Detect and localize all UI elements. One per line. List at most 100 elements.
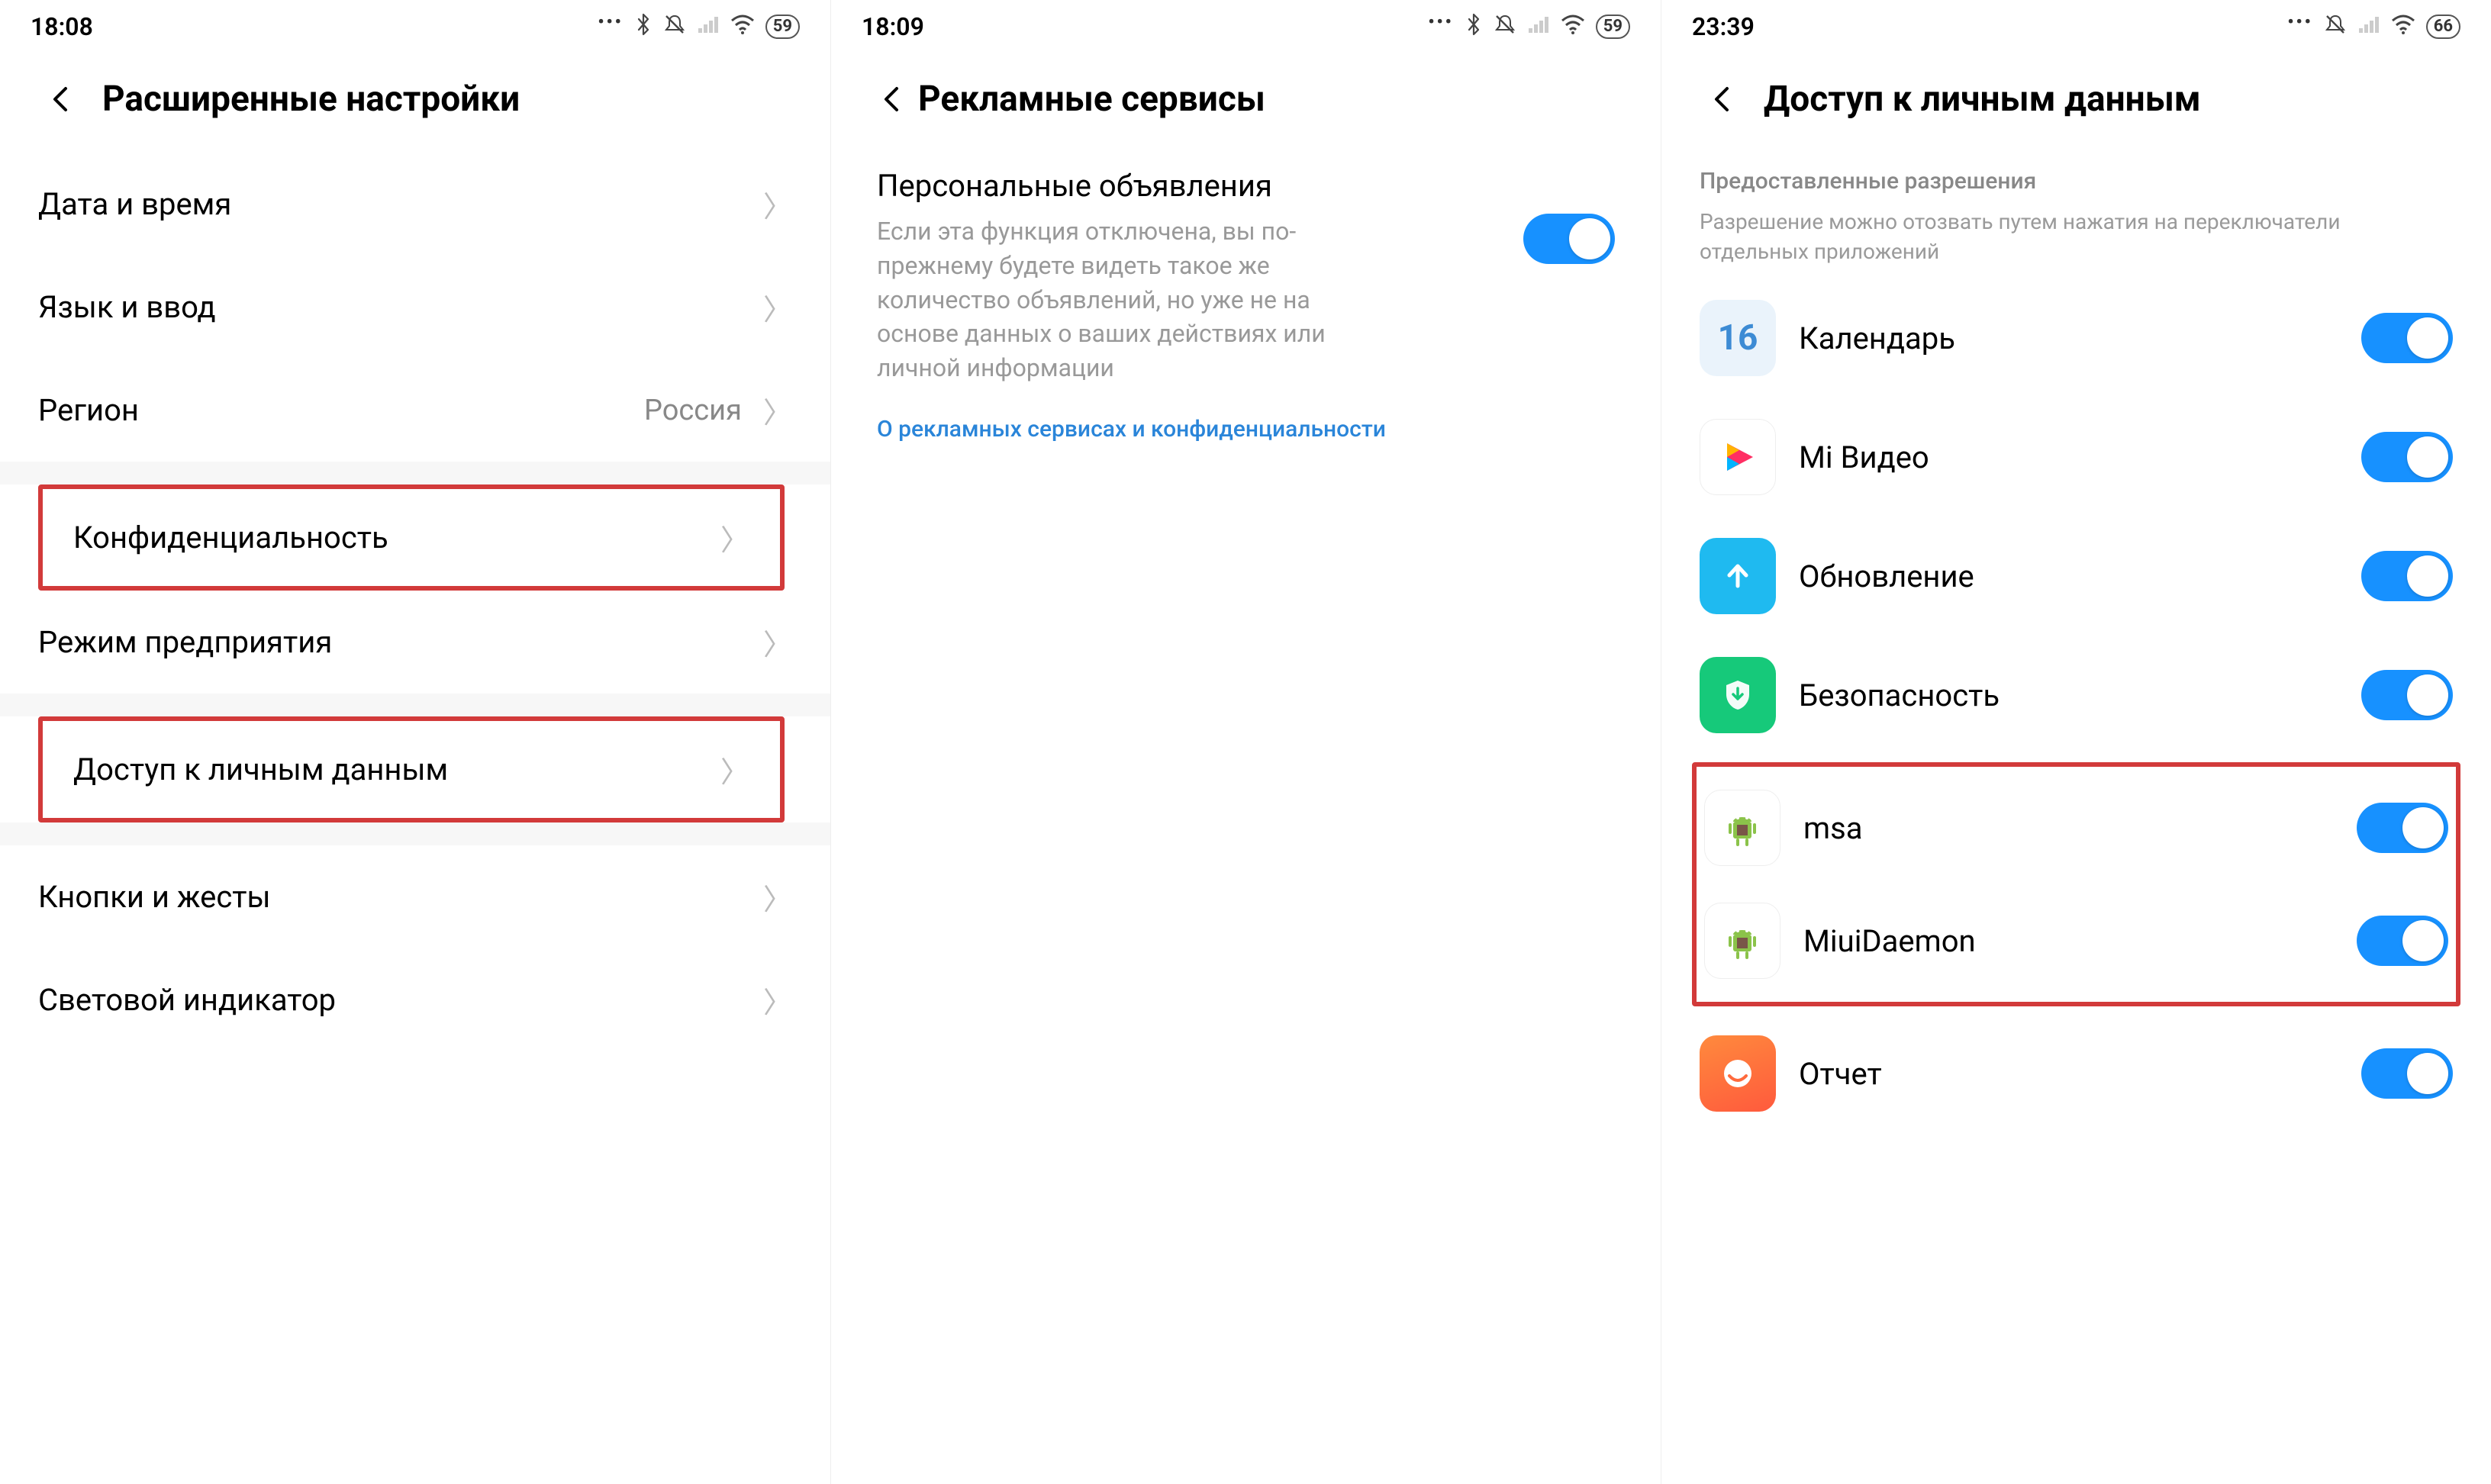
row-region[interactable]: Регион Россия 〉 (0, 359, 830, 462)
status-time: 18:08 (31, 12, 93, 41)
back-button[interactable] (38, 76, 84, 122)
row-label: Дата и время (38, 186, 754, 222)
wifi-icon (2391, 14, 2415, 40)
screen-ad-services: 18:09 ••• 59 Р (830, 0, 1661, 1484)
signal-icon (1527, 14, 1550, 40)
battery-icon: 59 (1596, 14, 1630, 39)
battery-icon: 59 (765, 14, 800, 39)
screen-advanced-settings: 18:08 ••• 59 Р (0, 0, 830, 1484)
app-label: Отчет (1799, 1056, 2338, 1092)
status-right: ••• 66 (2287, 13, 2460, 41)
row-label: Доступ к личным данным (73, 752, 711, 787)
signal-icon (2357, 14, 2380, 40)
bluetooth-icon (634, 13, 653, 41)
app-label: Безопасность (1799, 678, 2338, 713)
bluetooth-icon (1465, 13, 1483, 41)
row-label: Режим предприятия (38, 624, 754, 660)
app-row-mivideo: Mi Видео (1661, 398, 2491, 517)
row-led[interactable]: Световой индикатор 〉 (0, 948, 830, 1051)
chevron-right-icon: 〉 (763, 389, 792, 431)
android-icon (1704, 790, 1780, 866)
header: Доступ к личным данным (1661, 53, 2491, 153)
status-bar: 18:08 ••• 59 (0, 0, 830, 53)
chevron-right-icon: 〉 (763, 286, 792, 328)
status-bar: 23:39 ••• 66 (1661, 0, 2491, 53)
section-divider (0, 462, 830, 484)
more-icon: ••• (1428, 13, 1453, 32)
mute-icon (663, 13, 686, 41)
update-toggle[interactable] (2361, 551, 2453, 601)
mivideo-toggle[interactable] (2361, 432, 2453, 482)
about-ad-services-link[interactable]: О рекламных сервисах и конфиденциальност… (831, 385, 1661, 473)
msa-toggle[interactable] (2357, 803, 2448, 853)
app-label: MiuiDaemon (1803, 923, 2334, 959)
status-bar: 18:09 ••• 59 (831, 0, 1661, 53)
wifi-icon (730, 14, 755, 40)
row-value: Россия (644, 394, 742, 427)
report-icon (1700, 1035, 1776, 1112)
personal-ads-row: Персональные объявления Если эта функция… (831, 153, 1661, 385)
chevron-right-icon: 〉 (720, 748, 749, 790)
screen-personal-data-access: 23:39 ••• 66 Доступ к личным данным (1661, 0, 2491, 1484)
app-row-msa: msa (1697, 771, 2456, 884)
app-row-calendar: 16 Календарь (1661, 278, 2491, 398)
security-icon (1700, 657, 1776, 733)
row-label: Регион (38, 392, 644, 428)
chevron-right-icon: 〉 (720, 517, 749, 559)
update-icon (1700, 538, 1776, 614)
highlight-personal-data: Доступ к личным данным 〉 (38, 716, 785, 822)
personal-ads-description: Если эта функция отключена, вы по-прежне… (877, 214, 1381, 385)
app-label: Календарь (1799, 320, 2338, 356)
page-title: Расширенные настройки (102, 79, 800, 120)
app-row-update: Обновление (1661, 517, 2491, 636)
section-divider (0, 694, 830, 716)
calendar-toggle[interactable] (2361, 313, 2453, 363)
app-row-security: Безопасность (1661, 636, 2491, 755)
row-label: Кнопки и жесты (38, 879, 754, 915)
highlight-msa-miuidaemon: msa MiuiDaemon (1692, 762, 2460, 1006)
granted-permissions-title: Предоставленные разрешения (1661, 160, 2491, 199)
wifi-icon (1561, 14, 1585, 40)
header: Рекламные сервисы (831, 53, 1661, 153)
report-toggle[interactable] (2361, 1048, 2453, 1099)
back-button[interactable] (869, 76, 915, 122)
mute-icon (2324, 13, 2347, 41)
highlight-privacy: Конфиденциальность 〉 (38, 484, 785, 591)
battery-icon: 66 (2426, 14, 2460, 39)
header: Расширенные настройки (0, 53, 830, 153)
row-personal-data[interactable]: Доступ к личным данным 〉 (43, 721, 780, 818)
personal-ads-title: Персональные объявления (877, 168, 1500, 204)
row-language[interactable]: Язык и ввод 〉 (0, 256, 830, 359)
page-title: Рекламные сервисы (918, 79, 1630, 120)
signal-icon (697, 14, 720, 40)
row-label: Язык и ввод (38, 289, 754, 325)
app-label: Обновление (1799, 559, 2338, 594)
android-icon (1704, 903, 1780, 979)
chevron-right-icon: 〉 (763, 621, 792, 663)
back-button[interactable] (1700, 76, 1745, 122)
row-enterprise[interactable]: Режим предприятия 〉 (0, 591, 830, 694)
app-row-report: Отчет (1661, 1014, 2491, 1133)
app-row-miuidaemon: MiuiDaemon (1697, 884, 2456, 997)
chevron-right-icon: 〉 (763, 183, 792, 225)
status-time: 23:39 (1692, 12, 1755, 41)
more-icon: ••• (2287, 13, 2312, 32)
calendar-icon: 16 (1700, 300, 1776, 376)
chevron-right-icon: 〉 (763, 876, 792, 918)
status-right: ••• 59 (1428, 13, 1630, 41)
row-buttons-gestures[interactable]: Кнопки и жесты 〉 (0, 845, 830, 948)
section-divider (0, 822, 830, 845)
miuidaemon-toggle[interactable] (2357, 916, 2448, 966)
mute-icon (1494, 13, 1516, 41)
status-right: ••• 59 (598, 13, 800, 41)
personal-ads-toggle[interactable] (1523, 214, 1615, 264)
row-datetime[interactable]: Дата и время 〉 (0, 153, 830, 256)
more-icon: ••• (598, 13, 623, 32)
row-label: Конфиденциальность (73, 520, 711, 555)
granted-permissions-desc: Разрешение можно отозвать путем нажатия … (1661, 199, 2491, 271)
status-time: 18:09 (862, 12, 924, 41)
chevron-right-icon: 〉 (763, 979, 792, 1021)
security-toggle[interactable] (2361, 670, 2453, 720)
row-privacy[interactable]: Конфиденциальность 〉 (43, 489, 780, 586)
app-label: Mi Видео (1799, 439, 2338, 475)
